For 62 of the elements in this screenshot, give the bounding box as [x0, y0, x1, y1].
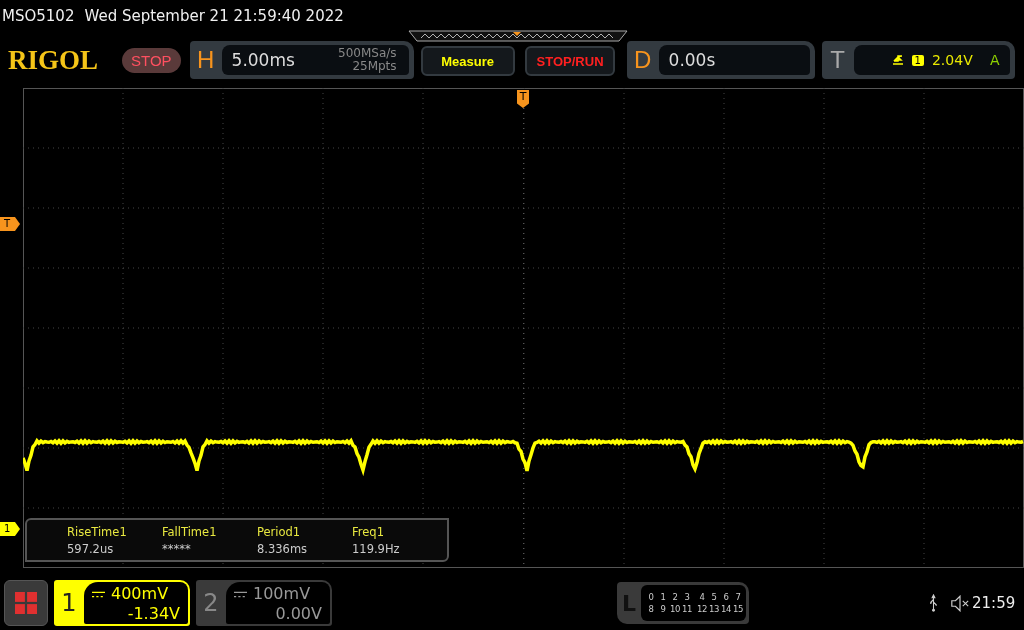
digital-channel-number: 12 — [696, 604, 708, 614]
channel-scale: 100mV — [253, 584, 311, 604]
digital-channel-number: 0 — [647, 592, 655, 602]
digital-channel-number: 14 — [720, 604, 732, 614]
usb-icon — [929, 594, 938, 612]
memory-depth: 25Mpts — [352, 60, 397, 73]
stop-run-button[interactable]: STOP/RUN — [524, 46, 615, 76]
digital-channel-number: 13 — [708, 604, 720, 614]
date-time: Wed September 21 21:59:40 2022 — [84, 6, 344, 25]
digital-channel-number: 6 — [722, 592, 730, 602]
waveform-overview-icon — [406, 30, 629, 42]
horizontal-panel[interactable]: H 5.00ms 500MSa/s 25Mpts — [189, 41, 414, 79]
measurement-value: 597.2us — [67, 541, 115, 556]
trigger-level: 2.04V — [931, 52, 973, 68]
trigger-level-marker[interactable]: T — [0, 217, 20, 231]
rising-edge-icon — [891, 54, 904, 66]
timebase-value: 5.00ms — [231, 50, 295, 70]
measurement-name: FallTime1 — [162, 524, 218, 539]
digital-channel-number: 5 — [710, 592, 718, 602]
horizontal-label: H — [195, 46, 216, 74]
measurement-value: 119.9Hz — [352, 541, 401, 556]
digital-channel-number: 11 — [681, 604, 693, 614]
digital-channel-number: 15 — [732, 604, 744, 614]
measurement-name: Freq1 — [352, 524, 385, 539]
channel-offset-marker[interactable]: 1 — [0, 522, 20, 536]
measurement-name: Period1 — [257, 524, 302, 539]
digital-channel-number: 7 — [734, 592, 742, 602]
dc-coupling-icon — [234, 590, 247, 598]
sample-rate: 500MSa/s — [338, 47, 397, 60]
channel-offset: -1.34V — [126, 604, 180, 624]
channel-scale: 400mV — [111, 584, 169, 604]
digital-channel-number: 9 — [659, 604, 667, 614]
channel-number: 1 — [60, 589, 78, 617]
menu-button[interactable] — [4, 580, 48, 626]
digital-channel-number: 3 — [683, 592, 691, 602]
delay-label: D — [632, 46, 653, 74]
delay-value: 0.00s — [668, 50, 716, 70]
trigger-label: T — [829, 46, 846, 74]
digital-channel-number: 1 — [659, 592, 667, 602]
dc-coupling-icon — [92, 590, 105, 598]
trigger-mode: A — [990, 52, 1000, 68]
digital-channel-number: 4 — [698, 592, 706, 602]
trigger-panel[interactable]: T 1 2.04V A — [821, 41, 1015, 79]
channel-panel[interactable]: 2 100mV 0.00V — [196, 580, 332, 626]
measurement-value: 8.336ms — [257, 541, 309, 556]
measurement-name: RiseTime1 — [67, 524, 128, 539]
channel-offset: 0.00V — [274, 604, 322, 624]
channel-number: 2 — [202, 589, 220, 617]
measure-button[interactable]: Measure — [420, 46, 515, 76]
digital-channel-number: 8 — [647, 604, 655, 614]
digital-channel-number: 2 — [671, 592, 679, 602]
digital-channel-number: 10 — [669, 604, 681, 614]
model-name: MSO5102 — [2, 6, 75, 25]
channel-panel[interactable]: 1 400mV -1.34V — [54, 580, 190, 626]
trigger-source-badge: 1 — [911, 54, 924, 66]
clock-time: 21:59 — [972, 594, 1016, 612]
measurement-value: ***** — [162, 541, 192, 556]
grid-menu-icon — [15, 592, 37, 614]
logo: RIGOL — [8, 44, 100, 76]
speaker-muted-icon — [950, 594, 970, 612]
delay-panel[interactable]: D 0.00s — [626, 41, 815, 79]
trigger-position-marker[interactable]: T — [517, 90, 529, 108]
